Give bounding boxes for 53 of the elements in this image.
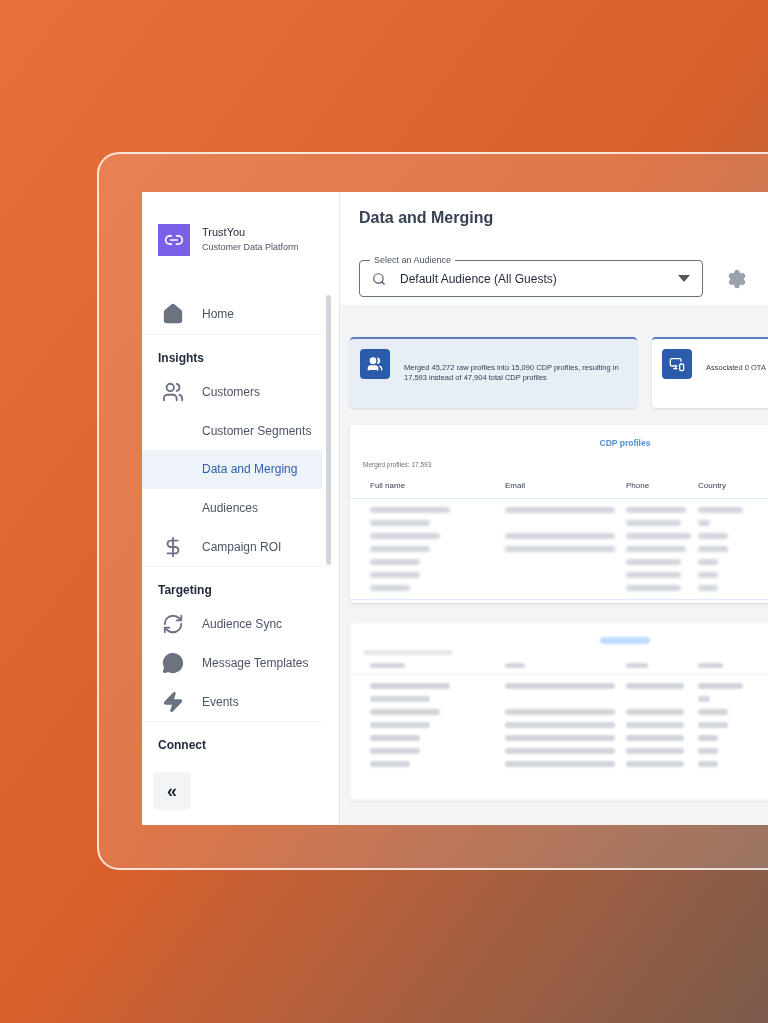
nav-item[interactable]: Message Templates	[142, 643, 322, 683]
blurred-text	[626, 558, 681, 565]
lightning-icon	[162, 690, 184, 713]
nav-item[interactable]: Customers	[142, 372, 322, 412]
blurred-text	[370, 519, 430, 526]
column-header: Phone	[626, 479, 651, 492]
section-heading: Targeting	[158, 583, 212, 598]
blurred-text	[370, 532, 440, 539]
logo-icon	[158, 224, 190, 256]
column-header: Country	[698, 479, 727, 492]
collapse-button[interactable]: «	[153, 772, 191, 810]
table-title: CDP profiles	[599, 437, 651, 450]
group-icon	[360, 349, 390, 379]
blurred-text	[698, 506, 743, 513]
blurred-text	[626, 545, 686, 552]
section-heading: Connect	[158, 738, 206, 753]
blurred-text	[698, 545, 728, 552]
people-icon	[162, 381, 184, 403]
brand-subtitle: Customer Data Platform	[202, 240, 299, 254]
settings-icon[interactable]	[727, 268, 747, 289]
blurred-text	[698, 532, 728, 539]
search-icon	[372, 271, 386, 286]
scrollbar[interactable]	[326, 295, 331, 565]
blurred-text	[698, 571, 718, 578]
page-title: Data and Merging	[359, 208, 495, 228]
column-header: Email	[505, 479, 526, 492]
blurred-text	[370, 545, 430, 552]
blurred-text	[626, 584, 681, 591]
blurred-text	[626, 506, 686, 513]
blurred-text	[626, 571, 681, 578]
blurred-text	[370, 584, 410, 591]
sync-icon	[162, 613, 184, 636]
nav-item[interactable]: Data and Merging	[142, 450, 322, 489]
nav-item[interactable]: Audience Sync	[142, 605, 322, 644]
nav-item[interactable]: Home	[142, 295, 322, 334]
column-header: Full name	[370, 479, 407, 492]
caret-icon	[678, 275, 690, 282]
blurred-text	[698, 558, 718, 565]
nav-item[interactable]: Events	[142, 682, 322, 722]
blurred-text	[626, 532, 691, 539]
blurred-text	[698, 519, 710, 526]
section-heading: Insights	[158, 350, 204, 365]
brand-name: TrustYou	[202, 225, 247, 240]
nav-item[interactable]: Audiences	[142, 488, 322, 528]
devices-icon	[662, 349, 692, 379]
blurred-text	[626, 519, 681, 526]
blurred-text	[370, 558, 420, 565]
home-icon	[162, 303, 184, 326]
blurred-text	[698, 584, 718, 591]
speech-bubble-icon	[162, 652, 184, 675]
nav-item[interactable]: Customer Segments	[142, 411, 322, 450]
blurred-text	[370, 571, 420, 578]
nav-item[interactable]: Campaign ROI	[142, 527, 322, 567]
